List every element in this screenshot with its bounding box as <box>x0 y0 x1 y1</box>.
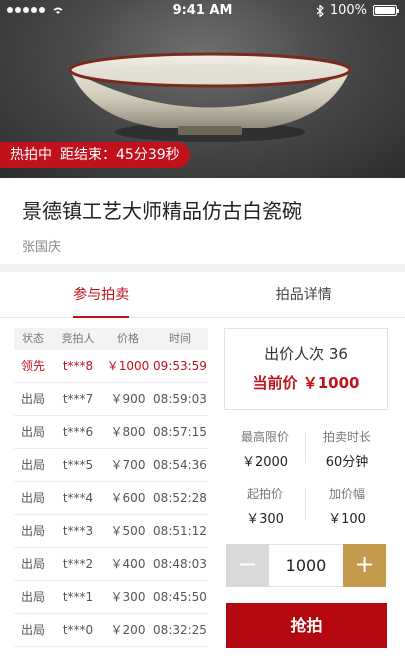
bid-price: ￥700 <box>110 458 146 472</box>
bid-time: 08:32:25 <box>153 623 207 637</box>
countdown-label: 距结束：45分39秒 <box>60 147 180 163</box>
bid-price: ￥400 <box>110 557 146 571</box>
bid-price: ￥1000 <box>106 359 150 373</box>
bidder-name: t***8 <box>62 359 94 373</box>
bid-amount-input[interactable]: 1000 <box>269 544 343 587</box>
start-price-label: 起拍价 <box>246 487 283 501</box>
start-price-value: ￥300 <box>246 512 284 527</box>
bid-time: 08:51:12 <box>153 524 207 538</box>
bid-count: 出价人次 36 <box>264 345 348 363</box>
bidder-name: t***6 <box>62 425 94 439</box>
increase-button[interactable]: + <box>343 544 386 587</box>
bid-price: ￥600 <box>110 491 146 505</box>
bid-price: ￥200 <box>110 623 146 637</box>
bid-time: 08:54:36 <box>153 458 207 472</box>
current-price: 当前价 ￥1000 <box>252 374 360 392</box>
increment-label: 加价幅 <box>328 487 365 501</box>
bid-price: ￥900 <box>110 392 146 406</box>
battery-percentage: 100% <box>329 3 367 18</box>
bid-price: ￥800 <box>110 425 146 439</box>
increment-value: ￥100 <box>328 512 366 527</box>
item-author: 张国庆 <box>22 240 62 255</box>
bidder-name: t***1 <box>62 590 94 604</box>
section-divider <box>0 264 405 272</box>
max-price-value: ￥2000 <box>241 455 289 470</box>
table-row: 出局 t***4 ￥600 08:52:28 <box>14 482 208 515</box>
table-row: 出局 t***6 ￥800 08:57:15 <box>14 416 208 449</box>
table-row: 出局 t***7 ￥900 08:59:03 <box>14 383 208 416</box>
bid-time: 08:59:03 <box>153 392 207 406</box>
bid-price: ￥300 <box>110 590 146 604</box>
header-time: 时间 <box>169 332 191 345</box>
bid-status: 出局 <box>20 557 45 571</box>
bid-time: 08:45:50 <box>153 590 207 604</box>
bluetooth-icon <box>316 4 324 17</box>
bid-status: 出局 <box>20 425 45 439</box>
bid-time: 08:52:28 <box>153 491 207 505</box>
bidder-name: t***4 <box>62 491 94 505</box>
item-title: 景德镇工艺大师精品仿古白瓷碗 <box>22 199 302 223</box>
bid-time: 08:48:03 <box>153 557 207 571</box>
bidder-name: t***5 <box>62 458 94 472</box>
bid-time: 08:57:15 <box>153 425 207 439</box>
bidder-name: t***3 <box>62 524 94 538</box>
tab-bar: 参与拍卖 拍品详情 <box>0 272 405 318</box>
max-price-label: 最高限价 <box>240 430 289 444</box>
price-summary: 出价人次 36 当前价 ￥1000 <box>224 328 388 410</box>
item-info: 景德镇工艺大师精品仿古白瓷碗 张国庆 <box>0 178 405 264</box>
bid-time: 09:53:59 <box>153 359 207 373</box>
table-row: 出局 t***3 ￥500 08:51:12 <box>14 515 208 548</box>
table-row: 出局 t***1 ￥300 08:45:50 <box>14 581 208 614</box>
hot-auction-badge: 热拍中 距结束：45分39秒 <box>0 142 190 168</box>
bid-amount-stepper: − 1000 + <box>226 544 386 587</box>
bid-status: 出局 <box>20 623 45 637</box>
max-price: 最高限价 ￥2000 <box>224 420 306 472</box>
bid-status: 出局 <box>20 458 45 472</box>
header-price: 价格 <box>117 332 139 345</box>
hero-image: 热拍中 距结束：45分39秒 <box>0 0 405 178</box>
bid-status: 出局 <box>20 590 45 604</box>
battery-icon <box>373 5 399 16</box>
header-status: 状态 <box>22 332 44 345</box>
bid-increment: 加价幅 ￥100 <box>306 477 388 529</box>
start-price: 起拍价 ￥300 <box>224 477 306 529</box>
tab-item-details[interactable]: 拍品详情 <box>203 272 405 317</box>
duration-value: 60分钟 <box>325 455 369 470</box>
bidder-name: t***0 <box>62 623 94 637</box>
table-row: 领先 t***8 ￥1000 09:53:59 <box>14 350 208 383</box>
auction-info: 最高限价 ￥2000 拍卖时长 60分钟 起拍价 ￥300 加价幅 ￥100 <box>224 420 388 534</box>
auction-status-label: 热拍中 <box>10 147 52 163</box>
header-bidder: 竞拍人 <box>61 332 95 345</box>
duration-label: 拍卖时长 <box>322 430 371 444</box>
auction-duration: 拍卖时长 60分钟 <box>306 420 388 472</box>
bid-history-table: 状态 竞拍人 价格 时间 领先 t***8 ￥1000 09:53:59 出局 t***7… <box>14 328 208 647</box>
table-row: 出局 t***5 ￥700 08:54:36 <box>14 449 208 482</box>
bid-status: 出局 <box>20 392 45 406</box>
table-row: 出局 t***2 ￥400 08:48:03 <box>14 548 208 581</box>
bidder-name: t***7 <box>62 392 94 406</box>
bid-status: 领先 <box>20 359 45 373</box>
table-row: 出局 t***0 ￥200 08:32:25 <box>14 614 208 647</box>
bid-price: ￥500 <box>110 524 146 538</box>
place-bid-button[interactable]: 抢拍 <box>226 603 387 648</box>
tab-join-auction[interactable]: 参与拍卖 <box>0 272 203 318</box>
bid-status: 出局 <box>20 524 45 538</box>
decrease-button[interactable]: − <box>226 544 269 587</box>
table-header: 状态 竞拍人 价格 时间 <box>14 328 208 350</box>
bid-status: 出局 <box>20 491 45 505</box>
status-bar: 9:41 AM 100% <box>0 0 405 22</box>
bidder-name: t***2 <box>62 557 94 571</box>
